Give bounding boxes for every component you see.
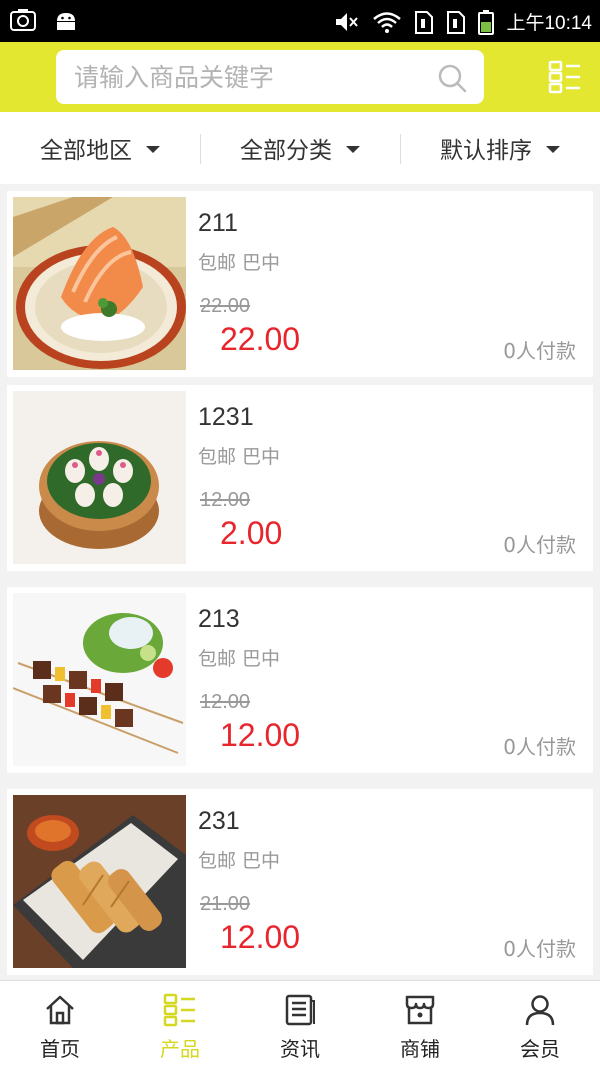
- menu-icon[interactable]: [548, 60, 582, 94]
- sold-count: 0人付款: [503, 339, 576, 363]
- battery-icon: [478, 9, 495, 35]
- search-icon[interactable]: [436, 62, 468, 94]
- sim-card-icon: [447, 10, 466, 34]
- sold-count: 0人付款: [503, 533, 576, 557]
- filter-label: 全部分类: [240, 138, 332, 164]
- filter-category[interactable]: 全部分类: [200, 112, 400, 184]
- bottom-tab-bar: 首页 产品 资讯 商铺 会员: [0, 980, 600, 1067]
- product-name: 213: [198, 605, 240, 633]
- status-time: 上午10:14: [506, 13, 592, 34]
- original-price: 12.00: [200, 691, 251, 713]
- product-price: 12.00: [220, 919, 301, 955]
- caret-down-icon: [346, 145, 360, 153]
- filter-label: 默认排序: [440, 138, 532, 164]
- news-icon: [285, 994, 315, 1026]
- product-shipping: 包邮 巴中: [198, 850, 281, 872]
- sold-count: 0人付款: [503, 735, 576, 759]
- product-card[interactable]: 231 包邮 巴中 21.00 12.00 0人付款: [7, 789, 593, 975]
- tab-label: 资讯: [280, 1037, 320, 1061]
- header: [0, 42, 600, 112]
- original-price: 22.00: [200, 295, 251, 317]
- screenshot-icon: [10, 9, 36, 31]
- product-card[interactable]: 1231 包邮 巴中 12.00 2.00 0人付款: [7, 385, 593, 571]
- tab-label: 产品: [160, 1037, 200, 1061]
- search-input[interactable]: [74, 50, 424, 104]
- tab-member[interactable]: 会员: [480, 981, 600, 1067]
- product-image[interactable]: [13, 795, 186, 968]
- product-name: 231: [198, 807, 240, 835]
- search-box[interactable]: [56, 50, 484, 104]
- tab-label: 首页: [40, 1037, 80, 1061]
- product-price: 2.00: [220, 515, 283, 551]
- product-image[interactable]: [13, 197, 186, 370]
- tab-news[interactable]: 资讯: [240, 981, 360, 1067]
- caret-down-icon: [546, 145, 560, 153]
- tab-products[interactable]: 产品: [120, 981, 240, 1067]
- original-price: 12.00: [200, 489, 251, 511]
- sim-card-icon: [415, 10, 434, 34]
- tab-label: 会员: [520, 1037, 560, 1061]
- filter-sort[interactable]: 默认排序: [400, 112, 600, 184]
- shop-icon: [405, 995, 435, 1025]
- tab-label: 商铺: [400, 1037, 440, 1061]
- original-price: 21.00: [200, 893, 251, 915]
- android-icon: [57, 13, 75, 30]
- status-bar: 上午10:14: [0, 0, 600, 42]
- home-icon: [46, 995, 74, 1025]
- filter-region[interactable]: 全部地区: [0, 112, 200, 184]
- tab-home[interactable]: 首页: [0, 981, 120, 1067]
- sold-count: 0人付款: [503, 937, 576, 961]
- product-card[interactable]: 213 包邮 巴中 12.00 12.00 0人付款: [7, 587, 593, 773]
- caret-down-icon: [146, 145, 160, 153]
- user-icon: [525, 995, 555, 1026]
- product-image[interactable]: [13, 593, 186, 766]
- product-shipping: 包邮 巴中: [198, 446, 281, 468]
- product-price: 12.00: [220, 717, 301, 753]
- product-price: 22.00: [220, 321, 301, 357]
- product-name: 211: [198, 209, 238, 237]
- wifi-icon: [373, 11, 402, 33]
- filter-bar: 全部地区 全部分类 默认排序: [0, 112, 600, 184]
- product-name: 1231: [198, 403, 254, 431]
- mute-icon: [336, 12, 359, 31]
- filter-label: 全部地区: [40, 138, 132, 164]
- product-shipping: 包邮 巴中: [198, 648, 281, 670]
- product-shipping: 包邮 巴中: [198, 252, 281, 274]
- product-card[interactable]: 211 包邮 巴中 22.00 22.00 0人付款: [7, 191, 593, 377]
- grid-list-icon: [163, 993, 195, 1027]
- tab-shops[interactable]: 商铺: [360, 981, 480, 1067]
- product-image[interactable]: [13, 391, 186, 564]
